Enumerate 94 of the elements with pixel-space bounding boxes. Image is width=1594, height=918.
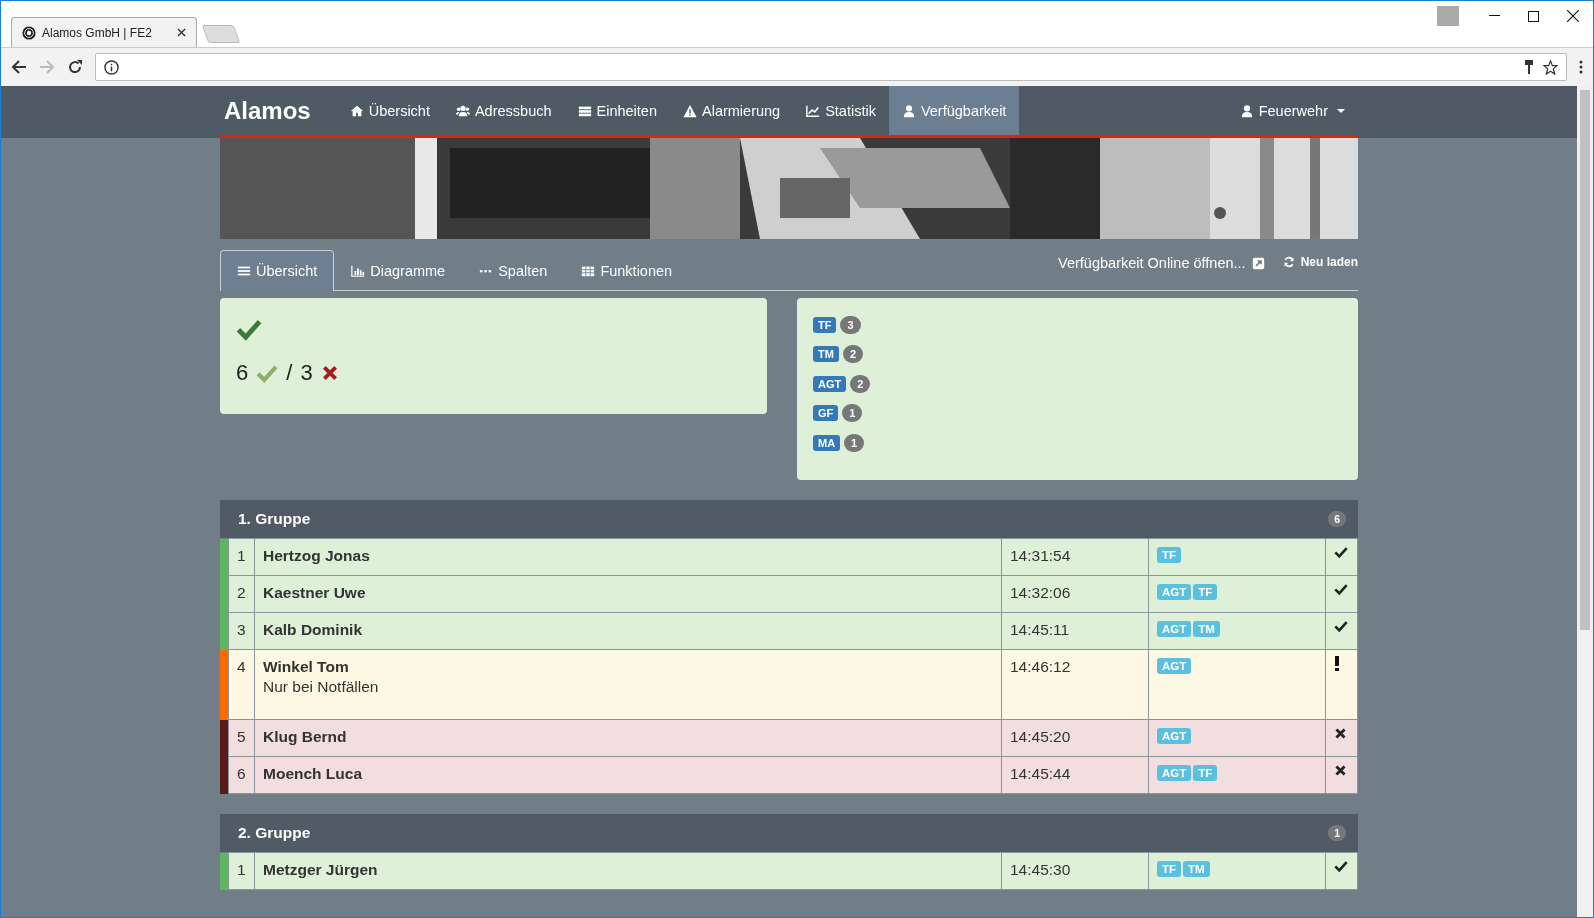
grid-icon	[581, 264, 596, 278]
function-label: TM	[813, 346, 839, 363]
available-count: 6	[236, 360, 249, 386]
user-icon	[1239, 103, 1254, 118]
refresh-icon	[1282, 256, 1295, 268]
back-icon[interactable]	[11, 59, 27, 75]
function-label: TF	[1157, 861, 1182, 877]
count-badge: 1	[1328, 825, 1346, 841]
user-menu[interactable]: Feuerwehr	[1226, 86, 1358, 135]
check-icon	[1334, 619, 1348, 633]
star-icon[interactable]	[1543, 59, 1558, 75]
function-label: AGT	[1157, 728, 1192, 744]
time-cell: 14:45:11	[1001, 612, 1149, 650]
nav-item[interactable]: Verfügbarkeit	[888, 86, 1020, 135]
exclamation-icon	[1334, 656, 1340, 671]
count-badge: 6	[1328, 511, 1346, 527]
users-icon	[455, 103, 470, 118]
function-label: AGT	[1157, 658, 1192, 674]
person-name: Kaestner Uwe	[263, 584, 367, 602]
tab[interactable]: Spalten	[462, 250, 565, 291]
menu-icon	[237, 264, 251, 278]
bar-chart-icon	[351, 264, 366, 278]
note: Nur bei Notfällen	[263, 678, 380, 696]
function-label: TF	[1193, 584, 1218, 600]
count-badge: 3	[840, 315, 861, 334]
person-name: Klug Bernd	[263, 728, 348, 746]
function-label: MA	[813, 434, 841, 451]
time-cell: 14:45:30	[1001, 852, 1149, 890]
maximize-icon[interactable]	[1528, 10, 1539, 22]
scrollbar[interactable]	[1577, 86, 1593, 917]
tab[interactable]: Übersicht	[220, 250, 335, 291]
nav-item[interactable]: Adressbuch	[442, 86, 565, 135]
unavailable-count: 3	[300, 360, 313, 386]
user-icon	[901, 103, 916, 118]
count-badge: 2	[842, 345, 863, 364]
function-label: TM	[1183, 861, 1210, 877]
function-label: AGT	[813, 375, 847, 392]
person-name: Kalb Dominik	[263, 621, 364, 639]
home-icon	[349, 103, 364, 118]
function-label: AGT	[1157, 621, 1192, 637]
time-cell: 14:45:44	[1001, 756, 1149, 794]
close-icon[interactable]	[177, 28, 186, 37]
function-label: AGT	[1157, 584, 1192, 600]
brand-logo[interactable]: Alamos	[224, 86, 311, 135]
person-name: Metzger Jürgen	[263, 861, 379, 879]
reload-icon[interactable]	[67, 59, 83, 75]
person-name: Winkel Tom	[263, 658, 350, 676]
group-name: 1. Gruppe	[238, 510, 311, 528]
cross-icon	[1334, 764, 1347, 777]
group-name: 2. Gruppe	[238, 824, 311, 842]
signal-icon	[22, 25, 36, 40]
function-label: TF	[1157, 547, 1182, 563]
function-label: TF	[813, 316, 837, 333]
count-badge: 1	[842, 404, 863, 423]
function-label: AGT	[1157, 765, 1192, 781]
cross-icon	[320, 364, 339, 382]
time-cell: 14:32:06	[1001, 575, 1149, 613]
function-label: TM	[1193, 621, 1220, 637]
separator: /	[286, 360, 293, 386]
row-number: 1	[228, 538, 255, 576]
info-icon	[104, 59, 119, 75]
row-number: 2	[228, 575, 255, 613]
person-name: Moench Luca	[263, 765, 364, 783]
nav-item[interactable]: Einheiten	[564, 86, 670, 135]
nav-item[interactable]: Statistik	[793, 86, 889, 135]
time-cell: 14:45:20	[1001, 719, 1149, 757]
check-icon	[1334, 582, 1348, 596]
row-number: 6	[228, 756, 255, 794]
nav-item[interactable]: Übersicht	[336, 86, 443, 135]
time-cell: 14:46:12	[1001, 649, 1149, 720]
time-cell: 14:31:54	[1001, 538, 1149, 576]
count-badge: 1	[844, 433, 865, 452]
browser-tab[interactable]: Alamos GmbH | FE2	[11, 17, 197, 47]
warning-icon	[683, 103, 697, 118]
reload-link[interactable]: Neu laden	[1282, 255, 1358, 269]
tab[interactable]: Diagramme	[334, 250, 463, 291]
nav-item[interactable]: Alarmierung	[670, 86, 794, 135]
tab[interactable]: Funktionen	[564, 250, 690, 291]
function-label: GF	[813, 405, 839, 422]
person-name: Hertzog Jonas	[263, 547, 371, 565]
check-icon	[1334, 545, 1348, 559]
cross-icon	[1334, 727, 1347, 740]
row-number: 4	[228, 649, 255, 720]
online-link[interactable]: Verfügbarkeit Online öffnen...	[1058, 255, 1265, 271]
row-number: 5	[228, 719, 255, 757]
close-icon[interactable]	[1567, 10, 1579, 22]
external-link-icon	[1251, 256, 1265, 270]
count-badge: 2	[850, 374, 871, 393]
row-number: 1	[228, 852, 255, 890]
more-icon[interactable]	[1579, 60, 1583, 74]
function-label: TF	[1193, 765, 1218, 781]
check-icon	[1334, 859, 1348, 873]
chart-icon	[806, 103, 821, 118]
row-number: 3	[228, 612, 255, 650]
